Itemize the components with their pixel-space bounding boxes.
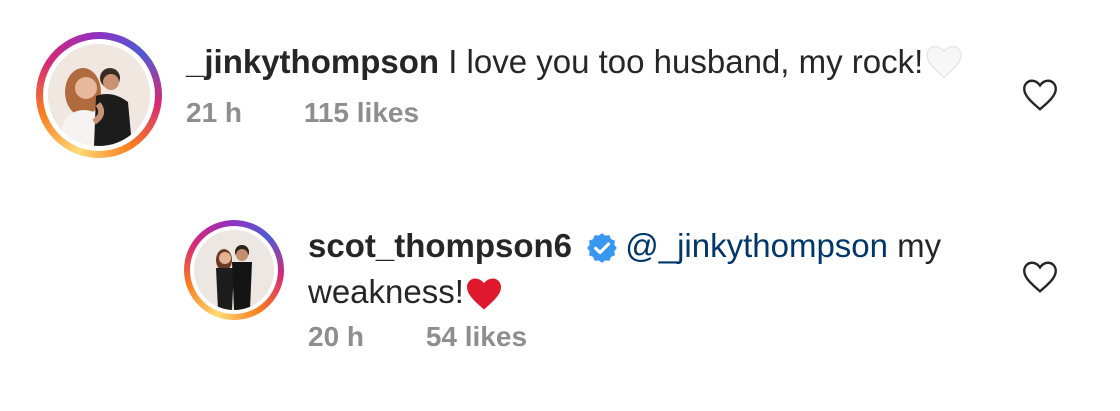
comment-text-line1: my [888, 227, 942, 264]
avatar[interactable] [48, 44, 150, 146]
avatar-image [194, 230, 274, 310]
comment-body: _jinkythompson I love you too husband, m… [186, 40, 963, 86]
like-heart-icon[interactable] [1022, 260, 1058, 294]
comment-meta: 21 h 115 likes [186, 96, 419, 130]
red-heart-emoji [464, 273, 504, 317]
comment-timestamp: 20 h [308, 321, 365, 352]
comment-username[interactable]: scot_thompson6 [308, 227, 572, 264]
comment-likes-count[interactable]: 115 likes [304, 97, 419, 128]
avatar-image [48, 44, 150, 146]
comment-text: I love you too husband, my rock! [439, 43, 924, 80]
reply-comment-item: scot_thompson6 @_jinkythompson my weakne… [0, 200, 1120, 390]
verified-badge-icon [585, 226, 619, 270]
comment-username[interactable]: _jinkythompson [186, 43, 439, 80]
comment-item: _jinkythompson I love you too husband, m… [0, 0, 1120, 170]
avatar[interactable] [194, 230, 274, 310]
white-heart-emoji [925, 42, 963, 86]
comment-body: scot_thompson6 @_jinkythompson my weakne… [308, 224, 998, 317]
comment-text-line2: weakness! [308, 273, 464, 311]
comment-meta: 20 h 54 likes [308, 320, 527, 354]
comment-likes-count[interactable]: 54 likes [426, 321, 527, 352]
comment-mention-link[interactable]: @_jinkythompson [625, 227, 888, 264]
like-heart-icon[interactable] [1022, 78, 1058, 112]
comment-timestamp: 21 h [186, 97, 243, 128]
